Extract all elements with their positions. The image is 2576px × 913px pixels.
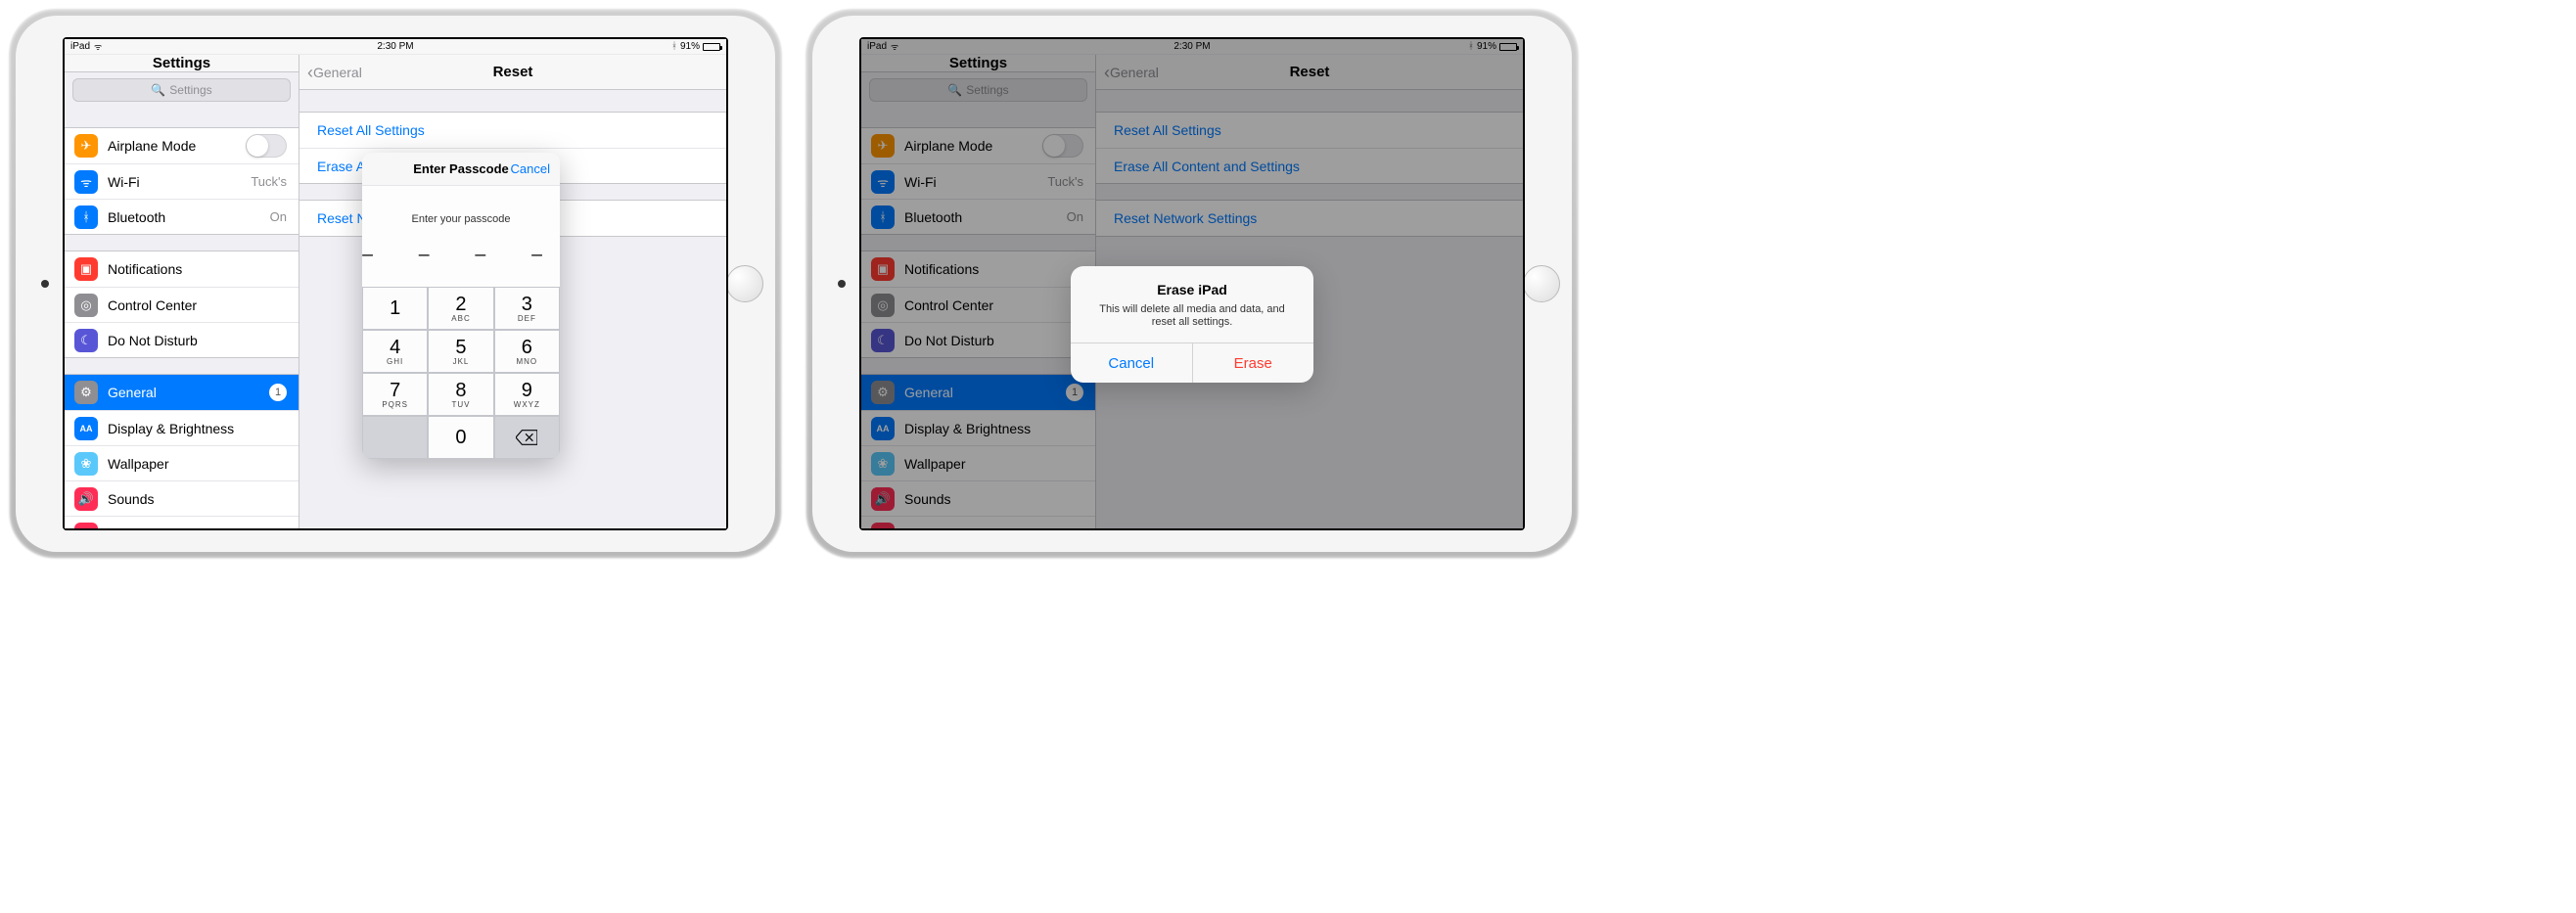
passcode-popover: Enter Passcode Cancel Enter your passcod… xyxy=(362,153,560,459)
wifi-row-icon: ᯤ xyxy=(74,170,98,194)
alert-cancel-button[interactable]: Cancel xyxy=(1071,343,1193,383)
key-3[interactable]: 3DEF xyxy=(494,287,560,330)
row-general[interactable]: ⚙ General 1 xyxy=(65,375,299,410)
airplane-icon: ✈ xyxy=(74,134,98,158)
alert-title: Erase iPad xyxy=(1086,282,1298,297)
settings-sidebar: Settings 🔍 Settings ✈ Airplane Mode xyxy=(65,55,299,528)
home-button[interactable] xyxy=(726,265,763,302)
display-icon: AA xyxy=(74,417,98,440)
front-camera xyxy=(838,280,846,288)
ipad-device-left: iPad ᯤ 2:30 PM ᚼ 91% Settings 🔍 xyxy=(10,10,781,558)
row-control-center[interactable]: ◎ Control Center xyxy=(65,287,299,322)
erase-ipad-alert: Erase iPad This will delete all media an… xyxy=(1071,266,1313,383)
control-center-icon: ◎ xyxy=(74,294,98,317)
row-wallpaper[interactable]: ❀ Wallpaper xyxy=(65,445,299,480)
bluetooth-row-icon: ᚼ xyxy=(74,205,98,229)
front-camera xyxy=(41,280,49,288)
row-wifi[interactable]: ᯤ Wi-Fi Tuck's xyxy=(65,163,299,199)
row-airplane-mode[interactable]: ✈ Airplane Mode xyxy=(65,128,299,163)
key-5[interactable]: 5JKL xyxy=(428,330,493,373)
alert-message: This will delete all media and data, and… xyxy=(1086,303,1298,329)
general-badge: 1 xyxy=(269,384,287,401)
notifications-icon: ▣ xyxy=(74,257,98,281)
passcode-prompt: Enter your passcode xyxy=(362,213,560,225)
search-icon: 🔍 xyxy=(151,83,165,97)
detail-title: Reset xyxy=(493,64,533,80)
home-button[interactable] xyxy=(1523,265,1560,302)
general-icon: ⚙ xyxy=(74,381,98,404)
passcode-title: Enter Passcode xyxy=(413,161,509,176)
passcode-slots: — — — — xyxy=(362,245,560,265)
search-input[interactable]: 🔍 Settings xyxy=(72,78,291,102)
row-sounds[interactable]: 🔊 Sounds xyxy=(65,480,299,516)
row-do-not-disturb[interactable]: ☾ Do Not Disturb xyxy=(65,322,299,357)
battery-pct: 91% xyxy=(680,41,700,52)
status-bar: iPad ᯤ 2:30 PM ᚼ 91% xyxy=(65,39,726,55)
wallpaper-icon: ❀ xyxy=(74,452,98,476)
row-notifications[interactable]: ▣ Notifications xyxy=(65,251,299,287)
passcode-cancel-button[interactable]: Cancel xyxy=(511,161,550,176)
battery-icon xyxy=(703,43,720,51)
dnd-icon: ☾ xyxy=(74,329,98,352)
alert-erase-button[interactable]: Erase xyxy=(1193,343,1314,383)
backspace-icon xyxy=(516,430,537,445)
bluetooth-icon: ᚼ xyxy=(671,41,677,52)
carrier-label: iPad xyxy=(70,41,90,52)
row-display[interactable]: AA Display & Brightness xyxy=(65,410,299,445)
keypad: 1 2ABC 3DEF 4GHI 5JKL 6MNO 7PQRS 8TUV 9W… xyxy=(362,287,560,459)
key-0[interactable]: 0 xyxy=(428,416,493,459)
touchid-icon: ◉ xyxy=(74,523,98,529)
key-2[interactable]: 2ABC xyxy=(428,287,493,330)
search-placeholder: Settings xyxy=(169,83,211,97)
sounds-icon: 🔊 xyxy=(74,487,98,511)
ipad-device-right: iPad ᯤ 2:30 PM ᚼ 91% Settings 🔍 Setti xyxy=(806,10,1578,558)
key-7[interactable]: 7PQRS xyxy=(362,373,428,416)
key-1[interactable]: 1 xyxy=(362,287,428,330)
key-6[interactable]: 6MNO xyxy=(494,330,560,373)
key-9[interactable]: 9WXYZ xyxy=(494,373,560,416)
key-8[interactable]: 8TUV xyxy=(428,373,493,416)
airplane-switch[interactable] xyxy=(246,134,287,158)
key-4[interactable]: 4GHI xyxy=(362,330,428,373)
key-blank xyxy=(362,416,428,459)
row-touchid[interactable]: ◉ Touch ID & Passcode xyxy=(65,516,299,528)
key-backspace[interactable] xyxy=(494,416,560,459)
sidebar-title: Settings xyxy=(153,55,210,71)
wifi-icon: ᯤ xyxy=(94,40,102,53)
row-bluetooth[interactable]: ᚼ Bluetooth On xyxy=(65,199,299,234)
back-button[interactable]: ‹ General xyxy=(307,65,362,80)
clock-label: 2:30 PM xyxy=(377,41,413,52)
row-reset-all-settings[interactable]: Reset All Settings xyxy=(299,113,726,148)
